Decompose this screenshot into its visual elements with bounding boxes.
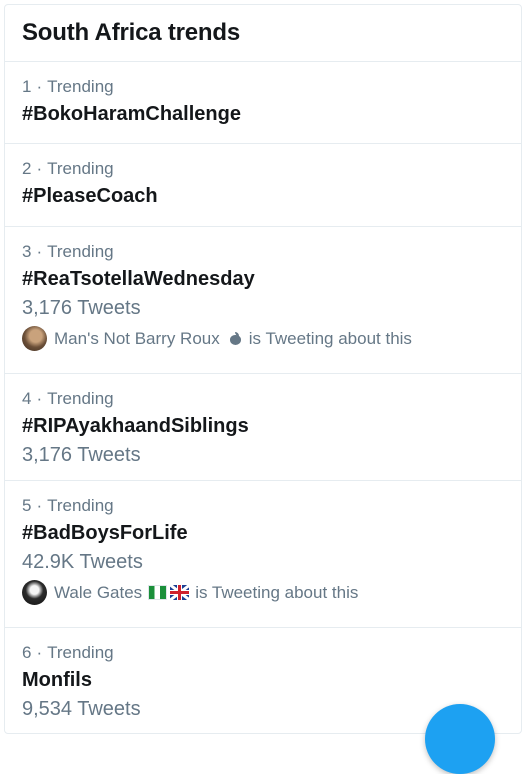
trend-label: Trending: [47, 496, 114, 515]
trend-rank: 6: [22, 643, 32, 662]
trend-rank: 3: [22, 242, 32, 261]
trend-meta: 5 · Trending: [22, 496, 114, 516]
avatar: [22, 580, 47, 605]
tweet-count: 42.9K Tweets: [22, 551, 143, 573]
trend-item[interactable]: 4 · Trending #RIPAyakhaandSiblings 3,176 T…: [5, 374, 521, 481]
trend-item[interactable]: 2 · Trending #PleaseCoach: [5, 144, 521, 227]
tweet-count: 3,176 Tweets: [22, 297, 141, 319]
trend-meta: 3 · Trending: [22, 242, 114, 262]
trend-context[interactable]: Wale Gates is Tweeting about this: [22, 580, 358, 605]
trend-name[interactable]: #ReaTsotellaWednesday: [22, 268, 255, 291]
context-user: Wale Gates: [54, 582, 143, 602]
trend-rank: 4: [22, 389, 32, 408]
context-suffix: is Tweeting about this: [195, 582, 359, 602]
trend-rank: 1: [22, 77, 32, 96]
page-title: South Africa trends: [22, 19, 241, 46]
trend-label: Trending: [47, 643, 114, 662]
context-suffix: is Tweeting about this: [248, 328, 412, 348]
trend-name[interactable]: Monfils: [22, 669, 92, 692]
trend-meta: 1 · Trending: [22, 77, 114, 97]
trend-label: Trending: [47, 77, 114, 96]
trend-name[interactable]: #PleaseCoach: [22, 185, 158, 208]
uk-flag-icon: [170, 585, 190, 600]
trend-meta: 4 · Trending: [22, 389, 114, 409]
separator-dot: ·: [36, 496, 43, 515]
tweet-count: 3,176 Tweets: [22, 444, 141, 466]
separator-dot: ·: [36, 159, 43, 178]
trend-label: Trending: [47, 389, 114, 408]
tweet-count: 9,534 Tweets: [22, 698, 141, 720]
trends-panel: South Africa trends 1 · Trending #BokoHara…: [4, 4, 522, 734]
separator-dot: ·: [36, 643, 43, 662]
trend-rank: 2: [22, 159, 32, 178]
trend-context[interactable]: Man's Not Barry Roux is Tweeting about t…: [22, 326, 412, 351]
trend-item[interactable]: 3 · Trending #ReaTsotellaWednesday 3,176 T…: [5, 227, 521, 374]
avatar: [22, 326, 47, 351]
separator-dot: ·: [36, 389, 43, 408]
trend-rank: 5: [22, 496, 32, 515]
trend-label: Trending: [47, 159, 114, 178]
separator-dot: ·: [36, 77, 43, 96]
trend-name[interactable]: #BokoHaramChallenge: [22, 103, 241, 126]
trends-header: South Africa trends: [5, 5, 521, 62]
trend-label: Trending: [47, 242, 114, 261]
compose-tweet-button[interactable]: [425, 704, 495, 774]
trend-meta: 2 · Trending: [22, 159, 114, 179]
trend-item[interactable]: 5 · Trending #BadBoysForLife 42.9K Tweets …: [5, 481, 521, 628]
trend-name[interactable]: #BadBoysForLife: [22, 522, 188, 545]
trend-item[interactable]: 1 · Trending #BokoHaramChallenge: [5, 62, 521, 144]
trend-meta: 6 · Trending: [22, 643, 114, 663]
nigeria-flag-icon: [148, 585, 168, 600]
context-user: Man's Not Barry Roux: [54, 328, 220, 348]
apple-icon: [229, 332, 241, 345]
separator-dot: ·: [36, 242, 43, 261]
trend-name[interactable]: #RIPAyakhaandSiblings: [22, 415, 249, 438]
